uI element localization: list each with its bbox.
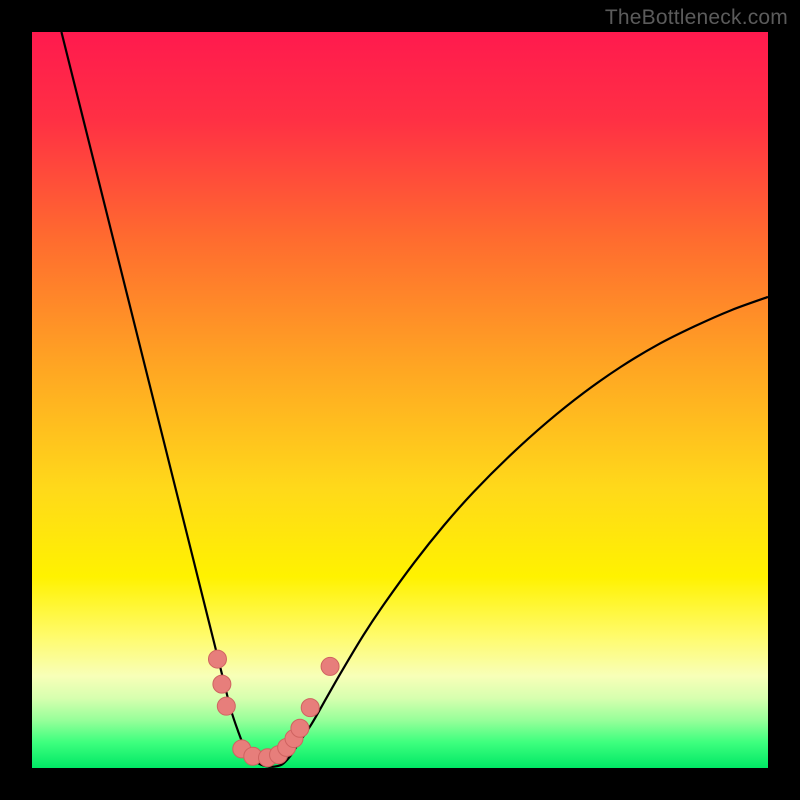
data-marker bbox=[208, 650, 226, 668]
data-marker bbox=[291, 719, 309, 737]
plot-area bbox=[32, 32, 768, 768]
marker-group bbox=[208, 650, 339, 767]
data-marker bbox=[321, 657, 339, 675]
bottleneck-curve bbox=[61, 32, 768, 767]
curve-layer bbox=[32, 32, 768, 768]
data-marker bbox=[301, 699, 319, 717]
data-marker bbox=[217, 697, 235, 715]
data-marker bbox=[213, 675, 231, 693]
chart-frame: TheBottleneck.com bbox=[0, 0, 800, 800]
watermark-text: TheBottleneck.com bbox=[605, 6, 788, 30]
